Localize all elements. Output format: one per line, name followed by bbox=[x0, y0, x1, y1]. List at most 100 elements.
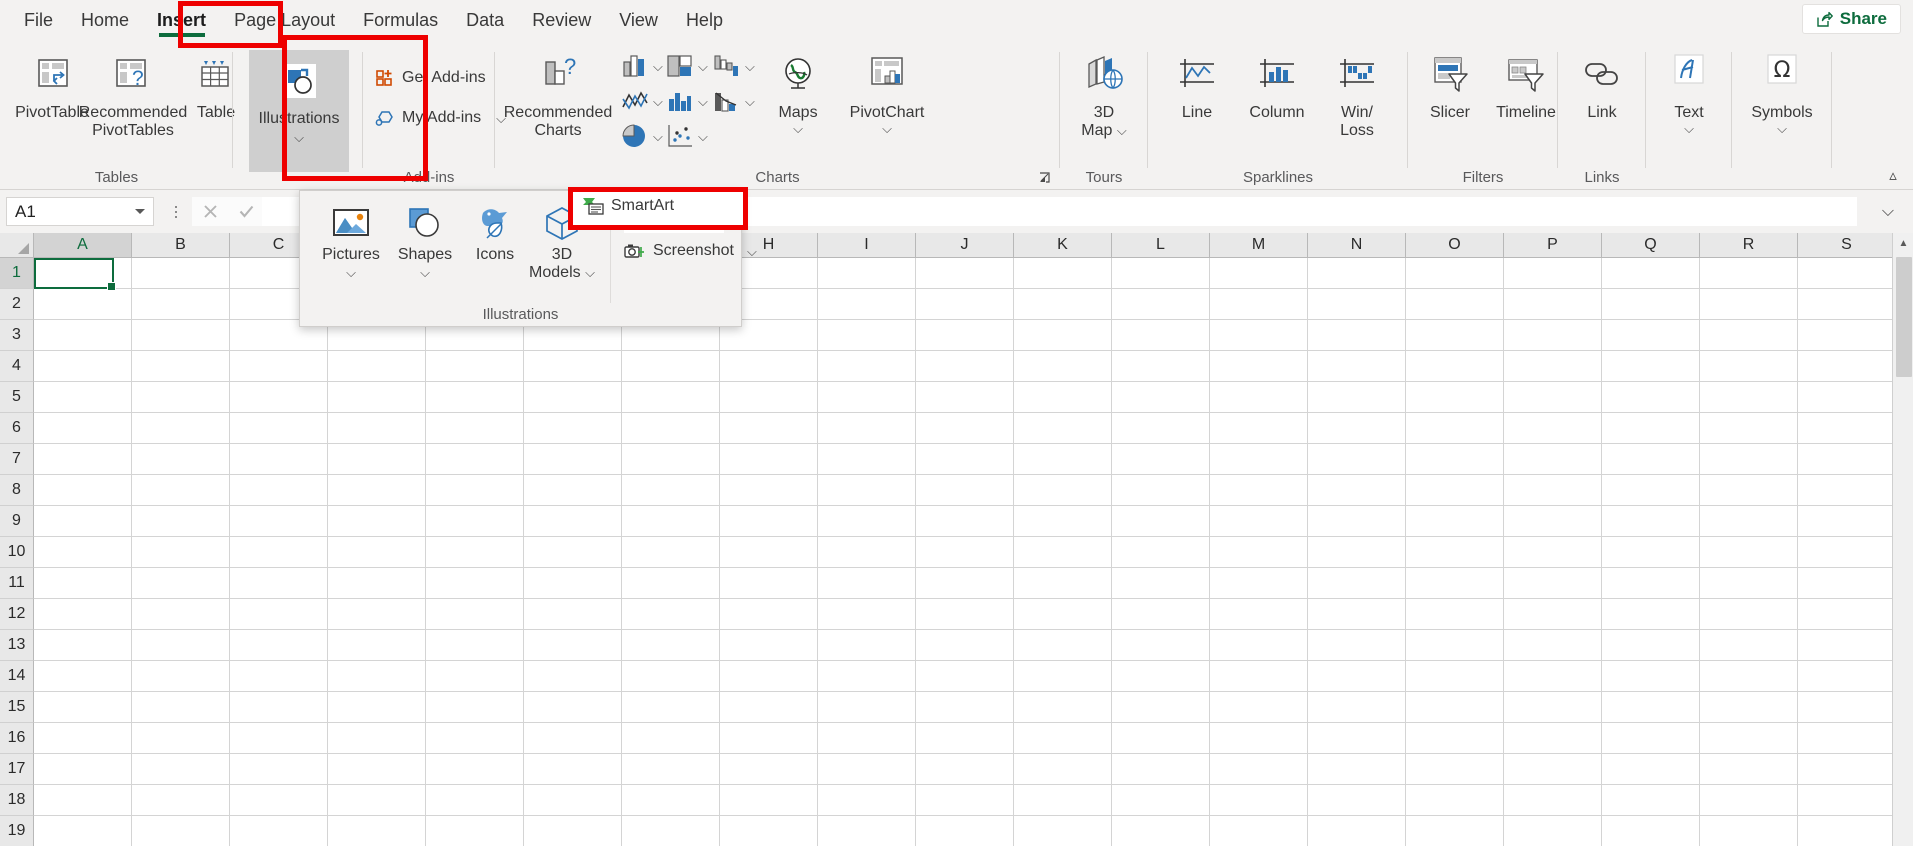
waterfall-chart-button[interactable]: ⌵ bbox=[712, 50, 755, 82]
cell-Q13[interactable] bbox=[1602, 630, 1700, 661]
cell-N5[interactable] bbox=[1308, 382, 1406, 413]
cell-P13[interactable] bbox=[1504, 630, 1602, 661]
cell-G4[interactable] bbox=[622, 351, 720, 382]
cell-L17[interactable] bbox=[1112, 754, 1210, 785]
cell-B12[interactable] bbox=[132, 599, 230, 630]
cell-J15[interactable] bbox=[916, 692, 1014, 723]
cell-I4[interactable] bbox=[818, 351, 916, 382]
cell-H11[interactable] bbox=[720, 568, 818, 599]
cell-A3[interactable] bbox=[34, 320, 132, 351]
cell-O8[interactable] bbox=[1406, 475, 1504, 506]
cell-P3[interactable] bbox=[1504, 320, 1602, 351]
cell-Q1[interactable] bbox=[1602, 258, 1700, 289]
cell-G17[interactable] bbox=[622, 754, 720, 785]
cell-H12[interactable] bbox=[720, 599, 818, 630]
column-header-A[interactable]: A bbox=[34, 233, 132, 258]
cell-S14[interactable] bbox=[1798, 661, 1896, 692]
cell-R4[interactable] bbox=[1700, 351, 1798, 382]
cell-K5[interactable] bbox=[1014, 382, 1112, 413]
cell-D7[interactable] bbox=[328, 444, 426, 475]
cell-D8[interactable] bbox=[328, 475, 426, 506]
cell-E19[interactable] bbox=[426, 816, 524, 846]
cell-E14[interactable] bbox=[426, 661, 524, 692]
cell-S9[interactable] bbox=[1798, 506, 1896, 537]
cell-J19[interactable] bbox=[916, 816, 1014, 846]
cell-M15[interactable] bbox=[1210, 692, 1308, 723]
cell-I2[interactable] bbox=[818, 289, 916, 320]
text-button[interactable]: Text ⌵ bbox=[1646, 48, 1732, 166]
cell-G19[interactable] bbox=[622, 816, 720, 846]
cell-K1[interactable] bbox=[1014, 258, 1112, 289]
cell-D17[interactable] bbox=[328, 754, 426, 785]
cell-R1[interactable] bbox=[1700, 258, 1798, 289]
cell-M14[interactable] bbox=[1210, 661, 1308, 692]
dropdown-item-screenshot[interactable]: Screenshot ⌵ bbox=[624, 237, 757, 265]
cell-B4[interactable] bbox=[132, 351, 230, 382]
cell-I15[interactable] bbox=[818, 692, 916, 723]
cell-E4[interactable] bbox=[426, 351, 524, 382]
cell-N18[interactable] bbox=[1308, 785, 1406, 816]
cell-Q9[interactable] bbox=[1602, 506, 1700, 537]
cell-D10[interactable] bbox=[328, 537, 426, 568]
cell-R7[interactable] bbox=[1700, 444, 1798, 475]
cell-K18[interactable] bbox=[1014, 785, 1112, 816]
cell-B10[interactable] bbox=[132, 537, 230, 568]
line-chart-button[interactable]: ⌵ bbox=[620, 85, 663, 117]
cell-A13[interactable] bbox=[34, 630, 132, 661]
cell-G5[interactable] bbox=[622, 382, 720, 413]
cell-C14[interactable] bbox=[230, 661, 328, 692]
cell-H15[interactable] bbox=[720, 692, 818, 723]
cell-C12[interactable] bbox=[230, 599, 328, 630]
cell-I8[interactable] bbox=[818, 475, 916, 506]
cell-B18[interactable] bbox=[132, 785, 230, 816]
cell-P14[interactable] bbox=[1504, 661, 1602, 692]
cell-F5[interactable] bbox=[524, 382, 622, 413]
cell-J16[interactable] bbox=[916, 723, 1014, 754]
cell-H10[interactable] bbox=[720, 537, 818, 568]
pivotchart-button[interactable]: PivotChart ⌵ bbox=[837, 48, 937, 166]
cell-Q12[interactable] bbox=[1602, 599, 1700, 630]
cell-G8[interactable] bbox=[622, 475, 720, 506]
hierarchy-chart-button[interactable]: ⌵ bbox=[665, 50, 708, 82]
cell-J4[interactable] bbox=[916, 351, 1014, 382]
cell-S12[interactable] bbox=[1798, 599, 1896, 630]
cell-I19[interactable] bbox=[818, 816, 916, 846]
cell-Q2[interactable] bbox=[1602, 289, 1700, 320]
cell-J14[interactable] bbox=[916, 661, 1014, 692]
cell-S18[interactable] bbox=[1798, 785, 1896, 816]
cell-P8[interactable] bbox=[1504, 475, 1602, 506]
cell-N12[interactable] bbox=[1308, 599, 1406, 630]
cell-A5[interactable] bbox=[34, 382, 132, 413]
cell-R16[interactable] bbox=[1700, 723, 1798, 754]
cell-F19[interactable] bbox=[524, 816, 622, 846]
cell-A12[interactable] bbox=[34, 599, 132, 630]
link-button[interactable]: Link bbox=[1558, 48, 1646, 166]
illustrations-button[interactable]: Illustrations ⌵ bbox=[249, 50, 349, 172]
cell-L4[interactable] bbox=[1112, 351, 1210, 382]
cell-K13[interactable] bbox=[1014, 630, 1112, 661]
pie-chart-button[interactable]: ⌵ bbox=[620, 120, 663, 152]
cancel-button[interactable] bbox=[192, 197, 228, 226]
cell-D19[interactable] bbox=[328, 816, 426, 846]
cell-E11[interactable] bbox=[426, 568, 524, 599]
cell-I7[interactable] bbox=[818, 444, 916, 475]
row-header-15[interactable]: 15 bbox=[0, 692, 34, 723]
cell-M5[interactable] bbox=[1210, 382, 1308, 413]
cell-O2[interactable] bbox=[1406, 289, 1504, 320]
cell-S6[interactable] bbox=[1798, 413, 1896, 444]
dropdown-item-shapes[interactable]: Shapes ⌵ bbox=[390, 197, 460, 287]
recommended-charts-button[interactable]: ? Recommended Charts bbox=[503, 48, 613, 166]
cell-S4[interactable] bbox=[1798, 351, 1896, 382]
cell-J9[interactable] bbox=[916, 506, 1014, 537]
cell-I6[interactable] bbox=[818, 413, 916, 444]
cell-O15[interactable] bbox=[1406, 692, 1504, 723]
cell-C16[interactable] bbox=[230, 723, 328, 754]
scroll-up-arrow-icon[interactable]: ▲ bbox=[1893, 233, 1913, 254]
statistic-chart-button[interactable]: ⌵ bbox=[665, 85, 708, 117]
cell-F15[interactable] bbox=[524, 692, 622, 723]
row-header-3[interactable]: 3 bbox=[0, 320, 34, 351]
cell-S7[interactable] bbox=[1798, 444, 1896, 475]
cell-K9[interactable] bbox=[1014, 506, 1112, 537]
cell-I5[interactable] bbox=[818, 382, 916, 413]
cell-E15[interactable] bbox=[426, 692, 524, 723]
